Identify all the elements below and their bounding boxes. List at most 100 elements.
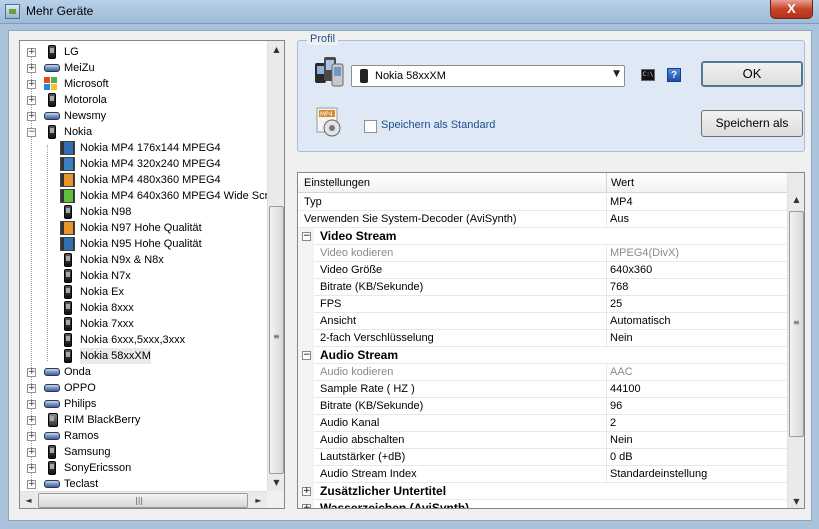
property-value[interactable]: 25 xyxy=(610,296,622,312)
tree-scroll-up-arrow[interactable]: ▲ xyxy=(268,41,285,58)
save-as-default-checkbox[interactable] xyxy=(364,120,377,133)
tree-item[interactable]: Nokia MP4 640x360 MPEG4 Wide Scree xyxy=(20,188,267,204)
expand-icon[interactable]: + xyxy=(27,80,36,89)
settings-grid[interactable]: Einstellungen Wert Typ MP4 Verwenden Sie S… xyxy=(297,172,805,509)
grid-property-row[interactable]: 2-fach Verschlüsselung Nein xyxy=(298,330,788,347)
tree-item[interactable]: Nokia N95 Hohe Qualität xyxy=(20,236,267,252)
property-value[interactable]: MP4 xyxy=(610,194,633,210)
property-value[interactable]: 640x360 xyxy=(610,262,652,278)
tree-item[interactable]: + MeiZu xyxy=(20,60,267,76)
tree-item[interactable]: Nokia Ex xyxy=(20,284,267,300)
grid-scroll-thumb[interactable]: ≡ xyxy=(789,211,804,437)
ok-button[interactable]: OK xyxy=(701,61,803,87)
device-tree[interactable]: + LG + MeiZu + Microsoft + Motorola + Newsmy − Noki… xyxy=(19,40,285,509)
grid-property-row[interactable]: FPS 25 xyxy=(298,296,788,313)
property-value[interactable]: 768 xyxy=(610,279,628,295)
tree-item[interactable]: Nokia N7x xyxy=(20,268,267,284)
expand-icon[interactable]: + xyxy=(27,400,36,409)
tree-item[interactable]: − Nokia xyxy=(20,124,267,140)
grid-property-row[interactable]: Lautstärker (+dB) 0 dB xyxy=(298,449,788,466)
property-value[interactable]: 96 xyxy=(610,398,622,414)
grid-category-row[interactable]: − Video Stream xyxy=(298,228,788,245)
close-button[interactable]: X xyxy=(770,0,813,19)
save-as-default-label[interactable]: Speichern als Standard xyxy=(381,119,495,131)
grid-property-row[interactable]: Video kodieren MPEG4(DivX) xyxy=(298,245,788,262)
tree-item[interactable]: Nokia 8xxx xyxy=(20,300,267,316)
tree-item[interactable]: + LG xyxy=(20,44,267,60)
grid-category-row[interactable]: − Audio Stream xyxy=(298,347,788,364)
grid-property-row[interactable]: Typ MP4 xyxy=(298,194,788,211)
expand-icon[interactable]: + xyxy=(302,504,311,508)
tree-vertical-scrollbar[interactable]: ▲ ≡ ▼ xyxy=(267,41,284,491)
grid-property-row[interactable]: Verwenden Sie System-Decoder (AviSynth) A… xyxy=(298,211,788,228)
grid-property-row[interactable]: Audio abschalten Nein xyxy=(298,432,788,449)
grid-property-row[interactable]: Video Größe 640x360 xyxy=(298,262,788,279)
expand-icon[interactable]: + xyxy=(27,96,36,105)
expand-icon[interactable]: + xyxy=(27,448,36,457)
property-value[interactable]: Nein xyxy=(610,330,633,346)
expand-icon[interactable]: + xyxy=(27,384,36,393)
tree-item[interactable]: Nokia N9x & N8x xyxy=(20,252,267,268)
property-value[interactable]: 0 dB xyxy=(610,449,633,465)
grid-vertical-scrollbar[interactable]: ▲ ≡ ▼ xyxy=(787,173,804,508)
tree-scroll-right-arrow[interactable]: ► xyxy=(250,492,267,509)
tree-item[interactable]: + Philips xyxy=(20,396,267,412)
grid-property-row[interactable]: Ansicht Automatisch xyxy=(298,313,788,330)
collapse-icon[interactable]: − xyxy=(27,128,36,137)
property-value[interactable]: Nein xyxy=(610,432,633,448)
tree-hscroll-thumb[interactable]: ||| xyxy=(38,493,248,508)
tree-item[interactable]: Nokia MP4 176x144 MPEG4 xyxy=(20,140,267,156)
grid-property-row[interactable]: Audio Stream Index Standardeinstellung xyxy=(298,466,788,483)
column-header-settings[interactable]: Einstellungen xyxy=(304,177,370,189)
grid-property-row[interactable]: Bitrate (KB/Sekunde) 768 xyxy=(298,279,788,296)
expand-icon[interactable]: + xyxy=(27,112,36,121)
column-header-value[interactable]: Wert xyxy=(611,177,634,189)
tree-item[interactable]: Nokia N98 xyxy=(20,204,267,220)
tree-horizontal-scrollbar[interactable]: ◄ ||| ► xyxy=(20,491,267,508)
expand-icon[interactable]: + xyxy=(27,432,36,441)
tree-item[interactable]: Nokia MP4 320x240 MPEG4 xyxy=(20,156,267,172)
expand-icon[interactable]: + xyxy=(27,368,36,377)
tree-item[interactable]: Nokia 58xxXM xyxy=(20,348,267,364)
tree-item[interactable]: + RIM BlackBerry xyxy=(20,412,267,428)
tree-item[interactable]: + Ramos xyxy=(20,428,267,444)
property-value[interactable]: Automatisch xyxy=(610,313,671,329)
tree-item[interactable]: + Samsung xyxy=(20,444,267,460)
tree-item[interactable]: Nokia 6xxx,5xxx,3xxx xyxy=(20,332,267,348)
tree-item[interactable]: Nokia MP4 480x360 MPEG4 xyxy=(20,172,267,188)
expand-icon[interactable]: + xyxy=(27,416,36,425)
tree-item[interactable]: + Motorola xyxy=(20,92,267,108)
expand-icon[interactable]: + xyxy=(27,480,36,489)
collapse-icon[interactable]: − xyxy=(302,351,311,360)
tree-item[interactable]: + Microsoft xyxy=(20,76,267,92)
collapse-icon[interactable]: − xyxy=(302,232,311,241)
grid-category-row[interactable]: + Wasserzeichen (AviSynth) xyxy=(298,500,788,508)
tree-item[interactable]: + OPPO xyxy=(20,380,267,396)
tree-scroll-down-arrow[interactable]: ▼ xyxy=(268,474,285,491)
grid-property-row[interactable]: Bitrate (KB/Sekunde) 96 xyxy=(298,398,788,415)
tree-item[interactable]: + SonyEricsson xyxy=(20,460,267,476)
property-value[interactable]: MPEG4(DivX) xyxy=(610,245,679,261)
property-value[interactable]: Standardeinstellung xyxy=(610,466,707,482)
grid-property-row[interactable]: Audio kodieren AAC xyxy=(298,364,788,381)
tree-scroll-left-arrow[interactable]: ◄ xyxy=(20,492,37,509)
grid-scroll-up-arrow[interactable]: ▲ xyxy=(788,191,804,208)
tree-scroll-thumb[interactable]: ≡ xyxy=(269,206,284,474)
save-as-button[interactable]: Speichern als xyxy=(701,110,803,137)
expand-icon[interactable]: + xyxy=(27,48,36,57)
tree-item[interactable]: + Teclast xyxy=(20,476,267,491)
tree-item[interactable]: Nokia N97 Hohe Qualität xyxy=(20,220,267,236)
grid-property-row[interactable]: Audio Kanal 2 xyxy=(298,415,788,432)
profile-combobox[interactable]: Nokia 58xxXM ▼ xyxy=(351,65,625,87)
command-line-icon[interactable]: C:\ xyxy=(641,69,655,81)
property-value[interactable]: 2 xyxy=(610,415,616,431)
expand-icon[interactable]: + xyxy=(27,64,36,73)
grid-scroll-down-arrow[interactable]: ▼ xyxy=(788,493,804,508)
help-icon[interactable]: ? xyxy=(667,68,681,82)
chevron-down-icon[interactable]: ▼ xyxy=(613,69,620,79)
grid-category-row[interactable]: + Zusätzlicher Untertitel xyxy=(298,483,788,500)
expand-icon[interactable]: + xyxy=(27,464,36,473)
tree-item[interactable]: + Newsmy xyxy=(20,108,267,124)
property-value[interactable]: Aus xyxy=(610,211,629,227)
column-divider[interactable] xyxy=(606,173,607,193)
